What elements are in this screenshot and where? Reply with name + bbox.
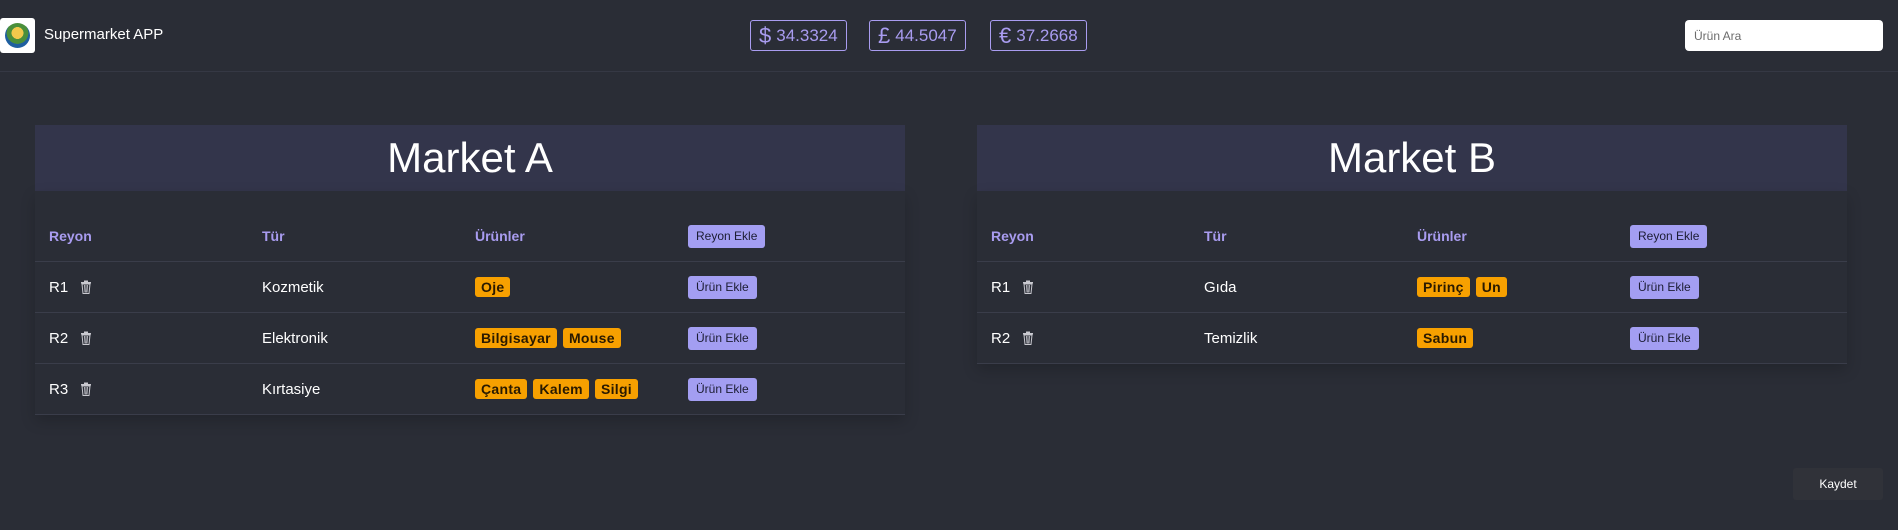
product-tag[interactable]: Sabun: [1417, 328, 1474, 348]
table-row: R1 Kozmetik Oje Ürün Ekle: [35, 262, 905, 313]
market-table: Reyon Tür Ürünler Reyon Ekle R1 Gıda Pir…: [977, 191, 1847, 364]
product-tag[interactable]: Çanta: [475, 379, 528, 399]
add-product-button[interactable]: Ürün Ekle: [688, 275, 757, 299]
tur-value: Kozmetik: [262, 278, 324, 296]
supermarket-logo-icon[interactable]: [0, 18, 35, 53]
market-a-panel: Market A Reyon Tür Ürünler Reyon Ekle R1…: [35, 125, 905, 415]
navbar: Supermarket APP $ 34.3324 £ 44.5047 € 37…: [0, 0, 1898, 72]
reyon-label: R2: [49, 329, 69, 347]
trash-icon[interactable]: [80, 331, 92, 345]
app-title[interactable]: Supermarket APP: [44, 26, 163, 43]
eur-rate-value: 37.2668: [1016, 25, 1078, 45]
table-header-row: Reyon Tür Ürünler Reyon Ekle: [977, 191, 1847, 262]
dollar-icon: $: [759, 22, 772, 48]
column-header-tur: Tür: [1204, 228, 1227, 244]
tur-value: Elektronik: [262, 329, 328, 347]
trash-icon[interactable]: [80, 280, 92, 294]
trash-icon[interactable]: [80, 382, 92, 396]
search-input[interactable]: [1685, 20, 1883, 51]
product-tag[interactable]: Silgi: [594, 379, 638, 399]
add-product-button[interactable]: Ürün Ekle: [688, 377, 757, 401]
gbp-rate: £ 44.5047: [869, 20, 966, 51]
tur-value: Kırtasiye: [262, 380, 321, 398]
table-row: R2 Temizlik Sabun Ürün Ekle: [977, 313, 1847, 364]
usd-rate: $ 34.3324: [750, 20, 847, 51]
add-product-button[interactable]: Ürün Ekle: [688, 326, 757, 350]
euro-icon: €: [999, 22, 1012, 48]
eur-rate: € 37.2668: [990, 20, 1087, 51]
add-reyon-button[interactable]: Reyon Ekle: [688, 224, 766, 248]
product-tag[interactable]: Un: [1475, 277, 1507, 297]
column-header-reyon: Reyon: [991, 228, 1034, 244]
gbp-rate-value: 44.5047: [895, 25, 957, 45]
table-row: R1 Gıda Pirinç Un Ürün Ekle: [977, 262, 1847, 313]
usd-rate-value: 34.3324: [776, 25, 838, 45]
save-button[interactable]: Kaydet: [1793, 468, 1883, 500]
table-row: R2 Elektronik Bilgisayar Mouse Ürün Ekle: [35, 313, 905, 364]
add-reyon-button[interactable]: Reyon Ekle: [1630, 224, 1708, 248]
product-tag[interactable]: Kalem: [533, 379, 589, 399]
column-header-urunler: Ürünler: [1417, 228, 1467, 244]
table-header-row: Reyon Tür Ürünler Reyon Ekle: [35, 191, 905, 262]
reyon-label: R1: [991, 278, 1011, 296]
pound-icon: £: [878, 22, 891, 48]
tur-value: Gıda: [1204, 278, 1237, 296]
trash-icon[interactable]: [1022, 280, 1034, 294]
column-header-urunler: Ürünler: [475, 228, 525, 244]
reyon-label: R1: [49, 278, 69, 296]
reyon-label: R3: [49, 380, 69, 398]
add-product-button[interactable]: Ürün Ekle: [1630, 326, 1699, 350]
market-table: Reyon Tür Ürünler Reyon Ekle R1 Kozmetik…: [35, 191, 905, 415]
market-title: Market B: [977, 125, 1847, 191]
trash-icon[interactable]: [1022, 331, 1034, 345]
market-b-panel: Market B Reyon Tür Ürünler Reyon Ekle R1…: [977, 125, 1847, 364]
product-tag[interactable]: Oje: [475, 277, 511, 297]
add-product-button[interactable]: Ürün Ekle: [1630, 275, 1699, 299]
market-title: Market A: [35, 125, 905, 191]
product-tag[interactable]: Pirinç: [1417, 277, 1470, 297]
column-header-reyon: Reyon: [49, 228, 92, 244]
product-tag[interactable]: Mouse: [562, 328, 621, 348]
table-row: R3 Kırtasiye Çanta Kalem Silgi Ürün Ekle: [35, 364, 905, 415]
reyon-label: R2: [991, 329, 1011, 347]
tur-value: Temizlik: [1204, 329, 1258, 347]
product-tag[interactable]: Bilgisayar: [475, 328, 557, 348]
column-header-tur: Tür: [262, 228, 285, 244]
